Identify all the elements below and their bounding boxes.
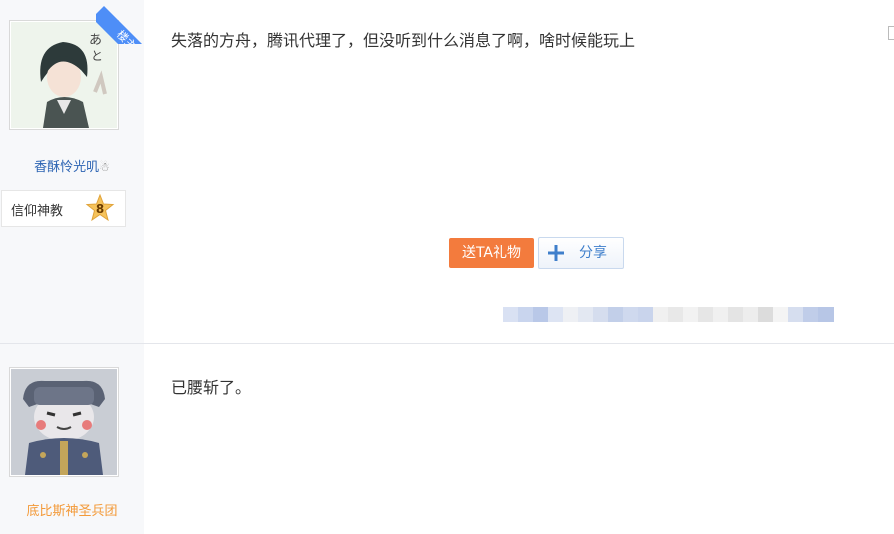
author-username[interactable]: 香酥怜光叽☃ — [0, 156, 144, 175]
share-button[interactable]: 分享 — [538, 237, 624, 269]
level-title: 信仰神教 — [11, 204, 64, 219]
author-avatar[interactable] — [9, 367, 119, 477]
snowman-icon: ☃ — [99, 160, 110, 174]
badge-label: 楼主 — [96, 6, 146, 44]
officer-cat-avatar-image — [11, 369, 117, 475]
author-username[interactable]: 底比斯神圣兵团 — [0, 500, 144, 519]
level-number: 8 — [95, 202, 105, 216]
report-icon[interactable] — [888, 26, 894, 40]
share-label: 分享 — [579, 245, 607, 261]
thread-starter-badge: 楼主 — [96, 0, 146, 44]
post-content: 已腰斩了。 — [171, 378, 252, 397]
svg-text:と: と — [91, 49, 103, 63]
post-content: 失落的方舟，腾讯代理了，但没听到什么消息了啊，啥时候能玩上 — [171, 31, 636, 50]
author-sidebar: あ と 楼主 香酥怜光叽☃ 信仰神教 8 — [0, 0, 146, 343]
post-floor-2: 底比斯神圣兵团 已腰斩了。 — [0, 344, 894, 534]
username-text[interactable]: 香酥怜光叽 — [34, 160, 99, 175]
author-sidebar: 底比斯神圣兵团 — [0, 344, 144, 534]
post-floor-1: あ と 楼主 香酥怜光叽☃ 信仰神教 8 失落的方舟，腾讯代理了，但没听到什么消… — [0, 0, 894, 344]
blurred-tail-bar — [503, 307, 834, 322]
send-gift-button[interactable]: 送TA礼物 — [449, 238, 534, 268]
share-plus-icon — [548, 245, 564, 261]
member-level-badge[interactable]: 信仰神教 8 — [1, 190, 126, 227]
